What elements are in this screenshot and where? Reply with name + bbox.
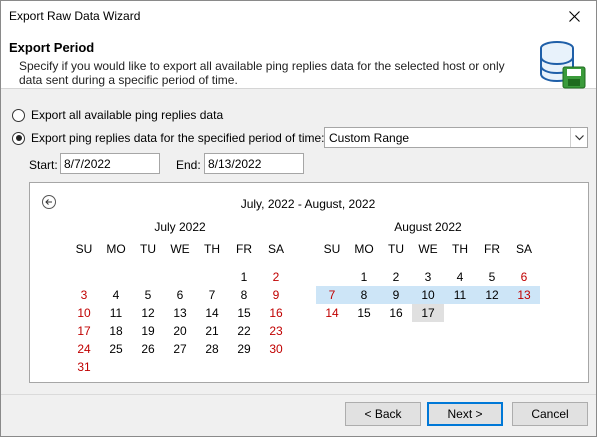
calendar-day[interactable]: 15 — [348, 304, 380, 322]
calendar-day[interactable]: 16 — [260, 304, 292, 322]
month-title: August 2022 — [394, 220, 462, 234]
calendar-day[interactable]: 7 — [196, 286, 228, 304]
calendar-day[interactable]: 4 — [100, 286, 132, 304]
calendar-day[interactable]: 30 — [260, 340, 292, 358]
calendar-day[interactable]: 16 — [380, 304, 412, 322]
calendar-day[interactable]: 13 — [164, 304, 196, 322]
calendar-day[interactable]: 31 — [68, 358, 100, 376]
calendar-day[interactable]: 10 — [68, 304, 100, 322]
back-button[interactable]: < Back — [345, 402, 421, 426]
start-label: Start: — [29, 158, 58, 172]
export-period-radio[interactable] — [12, 131, 25, 145]
calendar-day[interactable]: 24 — [68, 340, 100, 358]
calendar-day[interactable]: 21 — [196, 322, 228, 340]
calendar-day[interactable]: 12 — [132, 304, 164, 322]
window-title: Export Raw Data Wizard — [9, 9, 141, 23]
weekday-header: SA — [267, 242, 284, 256]
export-all-radio[interactable] — [12, 108, 25, 122]
calendar-day[interactable]: 18 — [100, 322, 132, 340]
calendar: July, 2022 - August, 2022 July 2022 SU MO T… — [29, 182, 589, 383]
next-button[interactable]: Next > — [427, 402, 503, 426]
weekday-header: TU — [388, 242, 404, 256]
close-icon — [568, 11, 580, 22]
export-period-label: Export ping replies data for the specifi… — [31, 131, 325, 145]
calendar-day[interactable]: 2 — [260, 268, 292, 286]
calendar-day[interactable]: 6 — [164, 286, 196, 304]
wizard-header: Export Period Specify if you would like … — [1, 32, 596, 89]
calendar-day[interactable]: 10 — [412, 286, 444, 304]
weekday-header: WE — [418, 242, 438, 256]
title-bar: Export Raw Data Wizard — [1, 1, 596, 32]
calendar-day[interactable]: 8 — [348, 286, 380, 304]
calendar-range-title: July, 2022 - August, 2022 — [240, 197, 376, 211]
page-description: Specify if you would like to export all … — [19, 59, 505, 87]
calendar-day[interactable]: 7 — [316, 286, 348, 304]
calendar-day[interactable]: 27 — [164, 340, 196, 358]
page-title: Export Period — [9, 40, 95, 55]
calendar-day[interactable]: 13 — [508, 286, 540, 304]
calendar-day[interactable]: 9 — [380, 286, 412, 304]
calendar-day[interactable]: 14 — [316, 304, 348, 322]
calendar-day[interactable]: 3 — [412, 268, 444, 286]
calendar-day[interactable]: 20 — [164, 322, 196, 340]
export-all-option[interactable]: Export all available ping replies data — [12, 108, 223, 122]
calendar-day[interactable]: 1 — [228, 268, 260, 286]
calendar-day[interactable]: 28 — [196, 340, 228, 358]
calendar-day[interactable]: 3 — [68, 286, 100, 304]
calendar-day[interactable]: 11 — [100, 304, 132, 322]
calendar-day[interactable]: 11 — [444, 286, 476, 304]
weekday-header: SU — [323, 242, 341, 256]
calendar-day[interactable]: 12 — [476, 286, 508, 304]
calendar-day[interactable]: 23 — [260, 322, 292, 340]
weekday-header: FR — [236, 242, 252, 256]
start-date-field[interactable]: 8/7/2022 — [60, 153, 160, 174]
end-date-field[interactable]: 8/13/2022 — [204, 153, 304, 174]
calendar-day[interactable]: 29 — [228, 340, 260, 358]
chevron-down-icon[interactable] — [570, 128, 587, 147]
calendar-day[interactable]: 17 — [68, 322, 100, 340]
calendar-day[interactable]: 15 — [228, 304, 260, 322]
weekday-header: TH — [204, 242, 220, 256]
weekday-header: WE — [170, 242, 190, 256]
calendar-day[interactable]: 5 — [476, 268, 508, 286]
database-export-icon — [540, 41, 586, 89]
calendar-day[interactable]: 8 — [228, 286, 260, 304]
calendar-day[interactable]: 25 — [100, 340, 132, 358]
export-period-option[interactable]: Export ping replies data for the specifi… — [12, 131, 325, 145]
calendar-day[interactable]: 9 — [260, 286, 292, 304]
month-title: July 2022 — [154, 220, 206, 234]
end-label: End: — [176, 158, 201, 172]
weekday-header: FR — [484, 242, 500, 256]
calendar-day[interactable]: 5 — [132, 286, 164, 304]
calendar-day[interactable]: 17 — [412, 304, 444, 322]
weekday-header: SA — [515, 242, 532, 256]
calendar-day[interactable]: 1 — [348, 268, 380, 286]
export-all-label: Export all available ping replies data — [31, 108, 224, 122]
calendar-day[interactable]: 22 — [228, 322, 260, 340]
wizard-window: Export Raw Data Wizard Export Period Spe… — [0, 0, 597, 437]
calendar-day[interactable]: 14 — [196, 304, 228, 322]
calendar-day[interactable]: 26 — [132, 340, 164, 358]
weekday-header: MO — [106, 242, 126, 256]
calendar-day[interactable]: 4 — [444, 268, 476, 286]
close-button[interactable] — [552, 1, 596, 32]
weekday-header: TH — [452, 242, 468, 256]
weekday-header: TU — [140, 242, 156, 256]
footer-divider — [1, 394, 596, 395]
cancel-button[interactable]: Cancel — [512, 402, 588, 426]
range-select[interactable]: Custom Range — [324, 127, 588, 148]
weekday-header: SU — [75, 242, 93, 256]
calendar-day[interactable]: 19 — [132, 322, 164, 340]
calendar-day[interactable]: 6 — [508, 268, 540, 286]
weekday-header: MO — [354, 242, 374, 256]
range-select-value: Custom Range — [329, 131, 410, 145]
calendar-day[interactable]: 2 — [380, 268, 412, 286]
